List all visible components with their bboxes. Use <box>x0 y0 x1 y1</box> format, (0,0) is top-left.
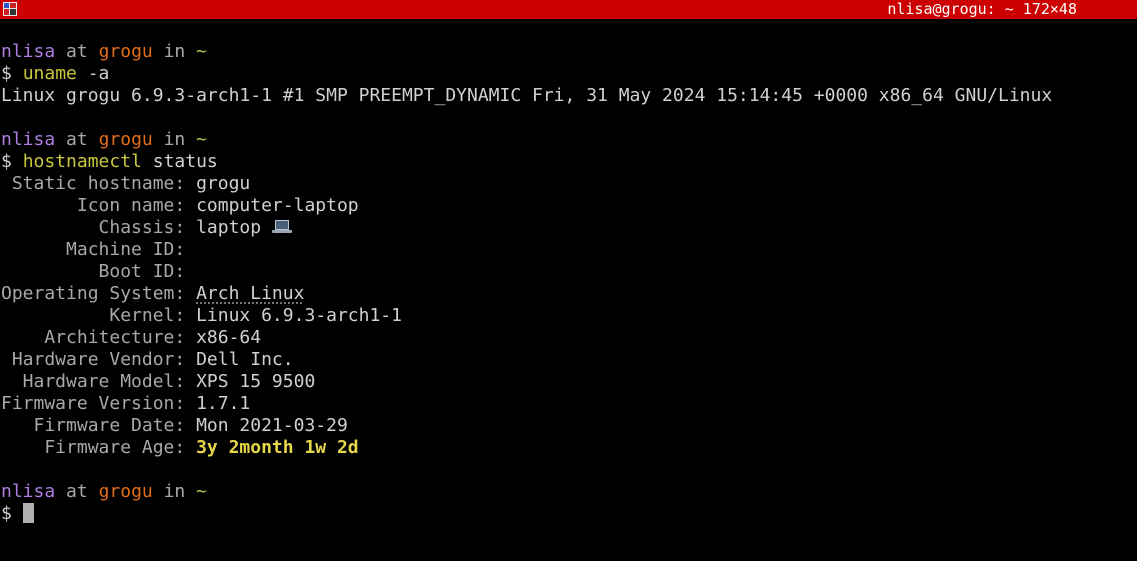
prompt-symbol: $ <box>1 63 12 84</box>
prompt-host: grogu <box>98 129 153 150</box>
prompt-user: nlisa <box>1 41 56 62</box>
hostnamectl-row: Machine ID: <box>1 239 1135 261</box>
prompt-path: ~ <box>196 129 207 150</box>
prompt-at: at <box>66 481 88 502</box>
field-value: grogu <box>196 173 251 194</box>
field-value: Linux 6.9.3-arch1-1 <box>196 305 402 326</box>
field-label: Operating System: <box>1 283 186 304</box>
hostnamectl-row: Kernel: Linux 6.9.3-arch1-1 <box>1 305 1135 327</box>
prompt-line: nlisa at grogu in ~ <box>1 481 1135 503</box>
field-label: Icon name: <box>1 195 186 216</box>
prompt-at: at <box>66 41 88 62</box>
prompt-in: in <box>163 481 186 502</box>
field-value: 1.7.1 <box>196 393 251 414</box>
hostnamectl-row: Hardware Model: XPS 15 9500 <box>1 371 1135 393</box>
field-value: Dell Inc. <box>196 349 294 370</box>
terminal-output[interactable]: nlisa at grogu in ~ $ uname -a Linux gro… <box>1 41 1135 525</box>
hostnamectl-row: Icon name: computer-laptop <box>1 195 1135 217</box>
prompt-in: in <box>163 41 186 62</box>
prompt-host: grogu <box>98 481 153 502</box>
hostnamectl-row: Operating System: Arch Linux <box>1 283 1135 305</box>
window-titlebar[interactable]: nlisa@grogu: ~ 172×48 <box>0 0 1137 19</box>
field-label: Static hostname: <box>1 173 186 194</box>
prompt-user: nlisa <box>1 481 56 502</box>
prompt-symbol: $ <box>1 151 12 172</box>
prompt-symbol: $ <box>1 503 12 524</box>
command-line: $ hostnamectl status <box>1 151 1135 173</box>
command-args: status <box>152 151 218 172</box>
laptop-icon <box>271 219 292 235</box>
hostnamectl-row: Firmware Age: 3y 2month 1w 2d <box>1 437 1135 459</box>
prompt-at: at <box>66 129 88 150</box>
field-label: Firmware Date: <box>1 415 186 436</box>
input-line[interactable]: $ <box>1 503 1135 525</box>
terminal-app-icon[interactable] <box>3 2 17 16</box>
command-name: hostnamectl <box>22 151 142 172</box>
prompt-path: ~ <box>196 481 207 502</box>
uname-output: Linux grogu 6.9.3-arch1-1 #1 SMP PREEMPT… <box>1 85 1053 106</box>
field-label: Firmware Age: <box>1 437 186 458</box>
prompt-host: grogu <box>98 41 153 62</box>
firmware-age-value: 3y 2month 1w 2d <box>196 437 359 458</box>
hostnamectl-row: Architecture: x86-64 <box>1 327 1135 349</box>
command-line: $ uname -a <box>1 63 1135 85</box>
prompt-path: ~ <box>196 41 207 62</box>
hostnamectl-row: Firmware Version: 1.7.1 <box>1 393 1135 415</box>
field-label: Hardware Vendor: <box>1 349 186 370</box>
prompt-in: in <box>163 129 186 150</box>
hostnamectl-row: Firmware Date: Mon 2021-03-29 <box>1 415 1135 437</box>
hostnamectl-row: Chassis: laptop <box>1 217 1135 239</box>
hostnamectl-row: Boot ID: <box>1 261 1135 283</box>
command-args: -a <box>87 63 110 84</box>
field-label: Architecture: <box>1 327 186 348</box>
hostnamectl-row: Static hostname: grogu <box>1 173 1135 195</box>
prompt-line: nlisa at grogu in ~ <box>1 41 1135 63</box>
hostnamectl-row: Hardware Vendor: Dell Inc. <box>1 349 1135 371</box>
field-value-link[interactable]: Arch Linux <box>196 283 304 304</box>
prompt-line: nlisa at grogu in ~ <box>1 129 1135 151</box>
field-value: computer-laptop <box>196 195 359 216</box>
field-label: Machine ID: <box>1 239 186 260</box>
field-label: Firmware Version: <box>1 393 186 414</box>
field-value: laptop <box>196 217 262 238</box>
field-label: Boot ID: <box>1 261 186 282</box>
field-value: Mon 2021-03-29 <box>196 415 348 436</box>
field-label: Chassis: <box>1 217 186 238</box>
prompt-user: nlisa <box>1 129 56 150</box>
window-title: nlisa@grogu: ~ 172×48 <box>887 0 1077 18</box>
field-value: x86-64 <box>196 327 262 348</box>
text-cursor[interactable] <box>22 503 34 523</box>
field-value: XPS 15 9500 <box>196 371 316 392</box>
field-label: Hardware Model: <box>1 371 186 392</box>
command-name: uname <box>22 63 77 84</box>
field-label: Kernel: <box>1 305 186 326</box>
